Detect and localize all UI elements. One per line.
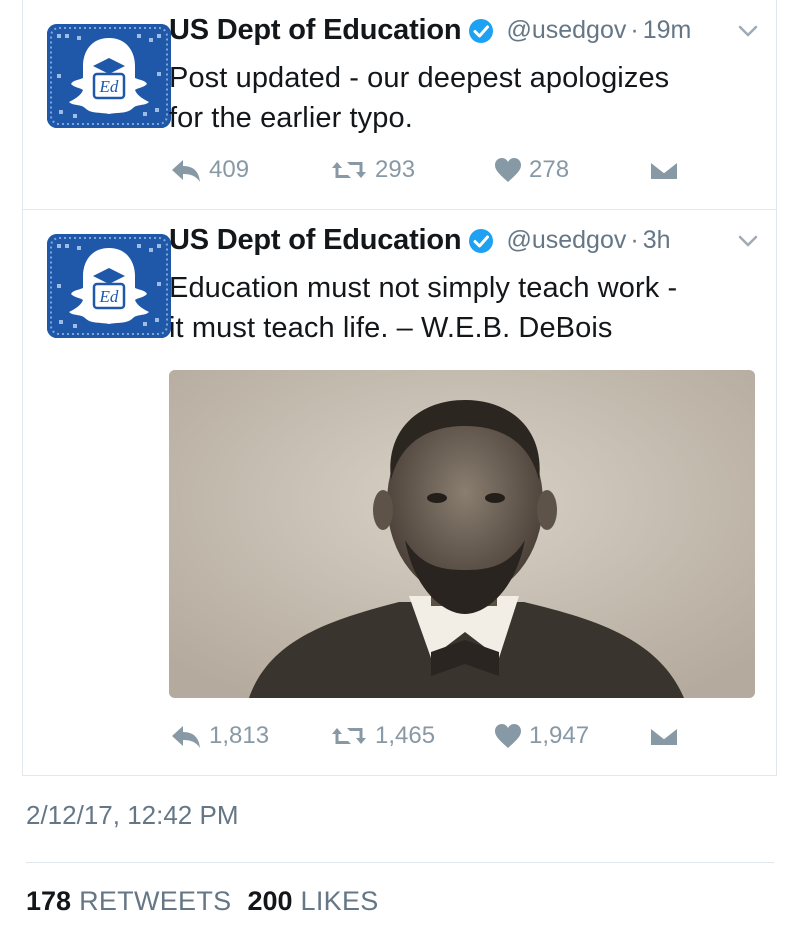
chevron-down-icon[interactable] [736, 232, 760, 250]
tweet-text-line: Education must not simply teach work - [169, 272, 678, 304]
tweet-text-line: for the earlier typo. [169, 102, 413, 134]
portrait-photo [169, 370, 755, 698]
tweet-card[interactable]: Ed US Dept of Education @usedgov · 3h Ed… [22, 209, 777, 776]
envelope-icon [649, 160, 679, 181]
heart-icon [495, 158, 521, 182]
svg-text:Ed: Ed [99, 77, 119, 96]
like-total-label[interactable]: LIKES [301, 886, 379, 917]
tweet-photo[interactable] [169, 370, 755, 698]
author-name[interactable]: US Dept of Education [169, 14, 462, 47]
author-handle[interactable]: @usedgov [506, 226, 626, 255]
avatar[interactable]: Ed [47, 24, 171, 128]
retweet-total[interactable]: 178 [26, 886, 71, 917]
tweet-text-line: it must teach life. – W.E.B. DeBois [169, 312, 613, 344]
heart-icon [495, 724, 521, 748]
like-count: 278 [529, 156, 570, 183]
reply-icon [172, 160, 200, 182]
like-count: 1,947 [529, 722, 590, 749]
engagement-stats: 178 RETWEETS 200 LIKES [26, 886, 395, 917]
verified-badge-icon [468, 228, 494, 254]
svg-text:Ed: Ed [99, 287, 119, 306]
author-handle[interactable]: @usedgov [506, 16, 626, 45]
retweet-count: 293 [375, 156, 416, 183]
envelope-icon [649, 726, 679, 747]
like-button[interactable]: 278 [493, 156, 569, 184]
avatar[interactable]: Ed [47, 234, 171, 338]
verified-badge-icon [468, 18, 494, 44]
tweet-time[interactable]: 3h [643, 226, 671, 255]
reply-icon [172, 726, 200, 748]
tweet-time[interactable]: 19m [643, 16, 692, 45]
retweet-button[interactable]: 293 [329, 156, 415, 184]
retweet-count: 1,465 [375, 722, 436, 749]
reply-count: 1,813 [209, 722, 270, 749]
retweet-button[interactable]: 1,465 [329, 722, 435, 750]
like-button[interactable]: 1,947 [493, 722, 589, 750]
reply-count: 409 [209, 156, 250, 183]
like-total[interactable]: 200 [247, 886, 292, 917]
author-name[interactable]: US Dept of Education [169, 224, 462, 257]
separator: · [630, 226, 639, 254]
retweet-icon [332, 728, 366, 744]
ed-snapchat-ghost-icon: Ed [47, 234, 171, 338]
retweet-total-label[interactable]: RETWEETS [79, 886, 231, 917]
tweet-card[interactable]: Ed US Dept of Education @usedgov · 19m P… [22, 0, 777, 210]
tweet-actions: 1,813 1,465 1,947 [169, 722, 729, 754]
tweet-text: Education must not simply teach work - i… [169, 268, 759, 348]
chevron-down-icon[interactable] [736, 22, 760, 40]
divider [26, 862, 774, 863]
retweet-icon [332, 162, 366, 178]
separator: · [630, 16, 639, 44]
message-button[interactable] [647, 722, 687, 750]
reply-button[interactable]: 409 [169, 156, 249, 184]
message-button[interactable] [647, 156, 687, 184]
tweet-timestamp: 2/12/17, 12:42 PM [26, 800, 239, 830]
tweet-actions: 409 293 278 [169, 156, 729, 188]
ed-snapchat-ghost-icon: Ed [47, 24, 171, 128]
tweet-text-line: Post updated - our deepest apologizes [169, 62, 670, 94]
reply-button[interactable]: 1,813 [169, 722, 269, 750]
tweet-text: Post updated - our deepest apologizes fo… [169, 58, 759, 138]
